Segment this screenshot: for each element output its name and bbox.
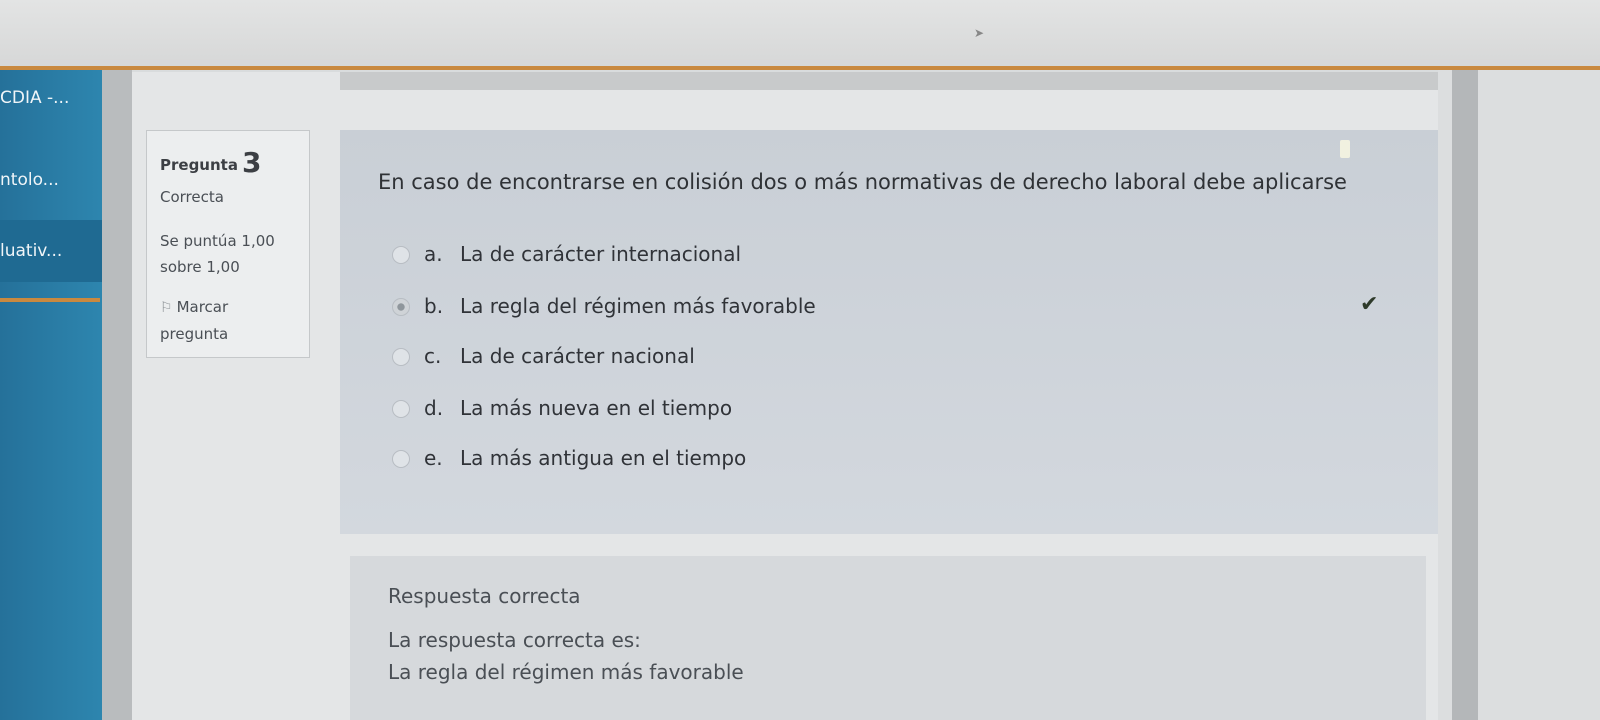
option-a-radio[interactable] [392,246,410,264]
check-icon: ✔ [1360,292,1379,317]
sidebar-divider [0,298,100,302]
feedback-correct-prefix: La respuesta correcta es: [388,628,641,652]
question-number: 3 [241,146,262,179]
option-c-radio[interactable] [392,348,410,366]
content-top-strip [340,72,1438,90]
option-c-label: La de carácter nacional [460,344,695,368]
question-status: Correcta [160,188,224,206]
flag-question-link[interactable]: ⚐ Marcar pregunta [160,294,300,347]
option-e-radio[interactable] [392,450,410,468]
sidebar-item-label: luativ... [0,241,63,261]
sidebar-item-course[interactable]: CDIA -... [0,78,110,118]
feedback-correct-answer: La regla del régimen más favorable [388,660,744,684]
option-b-label: La regla del régimen más favorable [460,294,816,318]
sidebar-item-label: CDIA -... [0,88,70,108]
feedback-result: Respuesta correcta [388,584,581,608]
question-heading-label: Pregunta [160,156,238,174]
right-scrollbar[interactable] [1452,70,1478,720]
option-c-letter: c. [424,344,442,368]
option-e-label: La más antigua en el tiempo [460,446,747,470]
mouse-cursor-icon: ➤ [974,26,985,40]
option-a-letter: a. [424,242,443,266]
option-e-letter: e. [424,446,443,470]
sidebar-edge [102,70,132,720]
top-bar-accent [0,66,1600,70]
sidebar-item-section[interactable]: ntolo... [0,160,110,200]
flag-icon: ⚐ [160,300,173,316]
option-b-radio[interactable] [392,298,410,316]
option-d-label: La más nueva en el tiempo [460,396,733,420]
question-heading: Pregunta 3 [160,146,261,179]
question-text: En caso de encontrarse en colisión dos o… [378,170,1347,194]
sidebar-item-label: ntolo... [0,170,59,190]
question-score: Se puntúa 1,00 sobre 1,00 [160,232,275,276]
option-b-letter: b. [424,294,444,318]
sidebar-item-evaluation[interactable]: luativ... [0,220,110,282]
option-d-radio[interactable] [392,400,410,418]
option-d-letter: d. [424,396,444,420]
question-marker-icon [1340,140,1350,158]
option-c[interactable]: c. La de carácter nacional [392,344,695,368]
option-b[interactable]: b. La regla del régimen más favorable [392,294,816,318]
option-a-label: La de carácter internacional [460,242,742,266]
option-a[interactable]: a. La de carácter internacional [392,242,741,266]
option-d[interactable]: d. La más nueva en el tiempo [392,396,732,420]
top-bar [0,0,1600,68]
option-e[interactable]: e. La más antigua en el tiempo [392,446,746,470]
